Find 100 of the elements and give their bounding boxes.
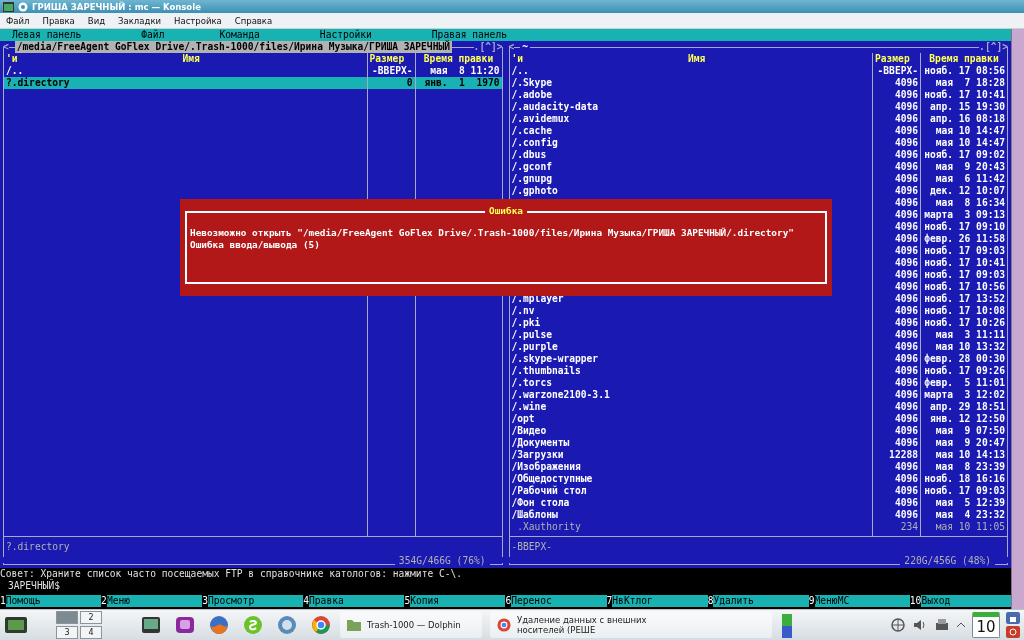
menu-item[interactable]: Файл: [141, 29, 165, 41]
menu-item[interactable]: Настройки: [319, 29, 372, 41]
file-name[interactable]: /Видео: [509, 425, 873, 437]
file-name[interactable]: /.torcs: [509, 377, 873, 389]
function-key[interactable]: МенюМС: [814, 595, 910, 607]
file-name[interactable]: ?.directory: [4, 77, 368, 89]
fox-globe-icon[interactable]: [208, 614, 230, 636]
file-name[interactable]: /.pulse: [509, 329, 873, 341]
file-name[interactable]: /.nv: [509, 305, 873, 317]
terminal-icon[interactable]: [140, 614, 162, 636]
desktop-switch[interactable]: 4: [80, 626, 102, 639]
sort-indicator[interactable]: 'и: [6, 53, 18, 65]
tv-icon[interactable]: [174, 614, 196, 636]
browser-icon[interactable]: [496, 617, 512, 633]
function-key[interactable]: НвКтлог: [612, 595, 708, 607]
file-date: янв. 12 12:50: [928, 413, 1006, 425]
file-name[interactable]: /.audacity-data: [509, 101, 873, 113]
key-number: 6: [505, 595, 512, 607]
folder-icon[interactable]: [346, 617, 362, 633]
shell-prompt[interactable]: ЗАРЕЧНЫЙ$: [0, 580, 1011, 592]
file-name[interactable]: /.config: [509, 137, 873, 149]
network-icon[interactable]: [890, 617, 906, 633]
panel-corner-mark[interactable]: <: [3, 41, 9, 53]
file-name[interactable]: /.gnupg: [509, 173, 873, 185]
file-name[interactable]: /.pki: [509, 317, 873, 329]
file-name[interactable]: /.wine: [509, 401, 873, 413]
file-size: 4096: [873, 365, 921, 377]
file-name[interactable]: /Документы: [509, 437, 873, 449]
desktop-switch[interactable]: 3: [56, 626, 78, 639]
menu-icon[interactable]: [18, 1, 28, 12]
function-key[interactable]: Копия: [410, 595, 506, 607]
file-size: 4096: [873, 497, 921, 509]
printer-icon[interactable]: [934, 617, 950, 633]
scrollbar[interactable]: [1011, 29, 1024, 609]
history-button[interactable]: .[^]>: [979, 41, 1008, 53]
browser-icon[interactable]: [310, 614, 332, 636]
power-icon[interactable]: [1006, 626, 1020, 638]
function-key[interactable]: Выход: [921, 595, 1011, 607]
file-date: мая 5 12:39: [934, 497, 1006, 509]
file-name[interactable]: /.warzone2100-3.1: [509, 389, 873, 401]
task-button[interactable]: Trash-1000 — Dolphin: [340, 612, 482, 638]
history-button[interactable]: .[^]>: [473, 41, 503, 53]
file-name[interactable]: /.purple: [509, 341, 873, 353]
function-key[interactable]: Удалить: [713, 595, 809, 607]
column-header[interactable]: Время правки: [415, 53, 502, 65]
function-key[interactable]: Меню: [106, 595, 203, 607]
file-name[interactable]: /.dbus: [509, 149, 873, 161]
file-name[interactable]: /Фон стола: [509, 497, 873, 509]
bar-chart-icon[interactable]: [780, 612, 794, 638]
menu-item[interactable]: Закладки: [118, 15, 162, 26]
terminal-icon[interactable]: [3, 1, 14, 12]
menu-item[interactable]: Правая панель: [431, 29, 507, 41]
function-key[interactable]: Перенос: [511, 595, 607, 607]
file-name[interactable]: /.skype-wrapper: [509, 353, 873, 365]
menu-item[interactable]: Справка: [234, 15, 273, 26]
file-name[interactable]: /Общедоступные: [509, 473, 873, 485]
menu-item[interactable]: Файл: [6, 15, 30, 26]
arrow-up-icon[interactable]: [956, 620, 966, 630]
file-name[interactable]: /Шаблоны: [509, 509, 873, 521]
column-header[interactable]: Имя: [687, 53, 706, 65]
file-date: нояб. 17 09:10: [923, 221, 1006, 233]
file-name[interactable]: /Рабочий стол: [509, 485, 873, 497]
file-name[interactable]: /.cache: [509, 125, 873, 137]
key-number: 5: [404, 595, 411, 607]
file-name[interactable]: /.gconf: [509, 161, 873, 173]
menu-item[interactable]: Правка: [42, 15, 75, 26]
file-name[interactable]: /Загрузки: [509, 449, 873, 461]
column-header[interactable]: Размер: [367, 53, 416, 65]
file-name[interactable]: /.Skype: [509, 77, 873, 89]
desktop-switch[interactable]: 2: [80, 611, 102, 624]
sort-indicator[interactable]: 'и: [511, 53, 524, 65]
file-name[interactable]: /.thumbnails: [509, 365, 873, 377]
file-date: мая 10 14:13: [934, 449, 1006, 461]
column-header[interactable]: Имя: [182, 53, 200, 65]
file-name[interactable]: /.avidemux: [509, 113, 873, 125]
file-name[interactable]: /Изображения: [509, 461, 873, 473]
menu-item[interactable]: Настройка: [174, 15, 222, 26]
file-name[interactable]: /.gphoto: [509, 185, 873, 197]
disk-usage: 354G/466G (76%): [398, 557, 486, 565]
terminal-icon[interactable]: [4, 615, 28, 635]
file-name[interactable]: /.adobe: [509, 89, 873, 101]
task-button[interactable]: Удаление данных с внешних носителей (РЕШЕ: [490, 612, 772, 638]
column-header[interactable]: Размер: [873, 53, 921, 65]
file-size: 4096: [873, 209, 921, 221]
file-size: 4096: [873, 233, 921, 245]
file-name[interactable]: .Xauthority: [509, 521, 873, 533]
file-date: нояб. 17 13:52: [923, 293, 1006, 305]
volume-icon[interactable]: [912, 617, 928, 633]
file-name[interactable]: /opt: [509, 413, 873, 425]
file-size: 4096: [873, 101, 921, 113]
globe-icon[interactable]: [276, 614, 298, 636]
menu-item[interactable]: Команда: [219, 29, 260, 41]
function-key[interactable]: Правка: [309, 595, 405, 607]
column-header[interactable]: Время правки: [921, 53, 1007, 65]
menu-item[interactable]: Левая панель: [12, 29, 82, 41]
menu-item[interactable]: Вид: [87, 15, 106, 26]
desktop-switch[interactable]: [56, 611, 78, 624]
function-key[interactable]: Помощь: [5, 595, 102, 607]
calendar-icon[interactable]: 10: [972, 612, 1000, 638]
file-name[interactable]: /..: [509, 65, 873, 77]
